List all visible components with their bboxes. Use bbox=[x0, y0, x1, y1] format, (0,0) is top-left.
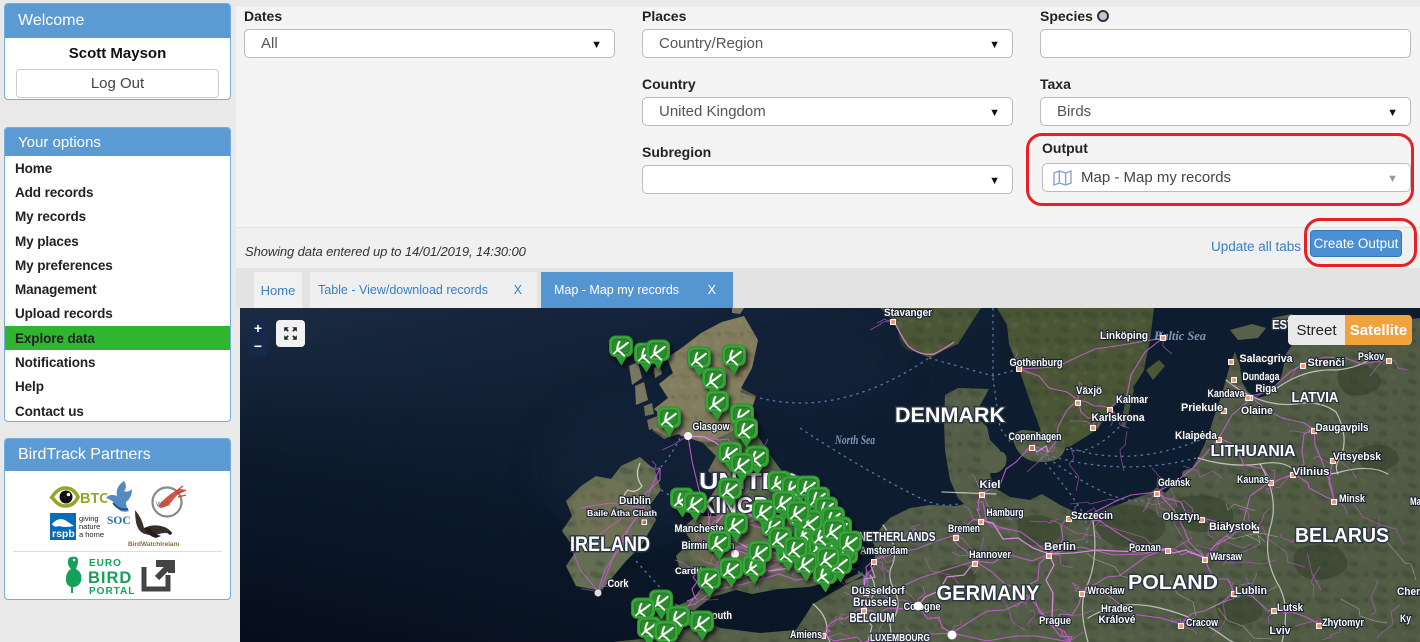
svg-text:PORTAL: PORTAL bbox=[89, 586, 135, 597]
svg-text:Stavanger: Stavanger bbox=[884, 308, 933, 319]
svg-text:BELARUS: BELARUS bbox=[1295, 524, 1389, 547]
svg-text:Kandava: Kandava bbox=[1208, 388, 1246, 400]
svg-text:NETHERLANDS: NETHERLANDS bbox=[859, 530, 936, 544]
svg-text:Växjö: Växjö bbox=[1076, 385, 1102, 397]
svg-text:Daugavpils: Daugavpils bbox=[1316, 422, 1369, 434]
svg-text:Olsztyn: Olsztyn bbox=[1163, 511, 1200, 523]
svg-text:a home: a home bbox=[79, 530, 104, 539]
svg-text:BIRD: BIRD bbox=[88, 569, 132, 587]
svg-text:Pskov: Pskov bbox=[1358, 351, 1385, 363]
svg-text:Cork: Cork bbox=[608, 578, 630, 590]
svg-text:BELGIUM: BELGIUM bbox=[850, 611, 895, 625]
svg-text:Poznan: Poznan bbox=[1129, 542, 1161, 554]
svg-text:Düsseldorf: Düsseldorf bbox=[852, 585, 905, 597]
svg-text:EURO: EURO bbox=[89, 558, 122, 569]
svg-text:Vilnius: Vilnius bbox=[1293, 466, 1330, 478]
svg-text:Dublin: Dublin bbox=[619, 495, 651, 507]
svg-text:Riga: Riga bbox=[1256, 383, 1278, 395]
svg-text:Karlskrona: Karlskrona bbox=[1092, 412, 1146, 424]
svg-text:DENMARK: DENMARK bbox=[895, 403, 1005, 427]
svg-text:Białystok: Białystok bbox=[1209, 521, 1258, 533]
svg-text:Priekule: Priekule bbox=[1181, 402, 1223, 414]
svg-text:Klaipėda: Klaipėda bbox=[1175, 430, 1218, 442]
svg-text:Cracow: Cracow bbox=[1186, 617, 1218, 629]
svg-text:Glasgow: Glasgow bbox=[693, 421, 730, 433]
svg-text:IRELAND: IRELAND bbox=[570, 532, 650, 556]
svg-text:Amiens: Amiens bbox=[790, 629, 822, 641]
svg-text:Berlin: Berlin bbox=[1044, 541, 1076, 553]
svg-text:Wrocław: Wrocław bbox=[1088, 585, 1125, 597]
svg-text:LITHUANIA: LITHUANIA bbox=[1211, 443, 1296, 460]
svg-text:Copenhagen: Copenhagen bbox=[1009, 431, 1062, 443]
svg-text:Hannover: Hannover bbox=[969, 549, 1012, 561]
svg-text:Strenči: Strenči bbox=[1308, 357, 1345, 369]
svg-text:Warsaw: Warsaw bbox=[1210, 551, 1242, 563]
svg-text:North Sea: North Sea bbox=[834, 433, 875, 447]
svg-text:Lublin: Lublin bbox=[1235, 585, 1267, 597]
svg-text:LATVIA: LATVIA bbox=[1292, 389, 1339, 406]
svg-text:WOS: WOS bbox=[156, 502, 170, 508]
svg-text:GERMANY: GERMANY bbox=[937, 582, 1040, 605]
svg-text:Brussels: Brussels bbox=[853, 597, 897, 609]
svg-text:Dundaga: Dundaga bbox=[1243, 371, 1281, 383]
svg-text:LUXEMBOURG: LUXEMBOURG bbox=[870, 633, 930, 642]
svg-text:Linköping: Linköping bbox=[1100, 330, 1148, 342]
svg-text:Mah: Mah bbox=[1410, 496, 1420, 508]
svg-text:Salacgriva: Salacgriva bbox=[1240, 353, 1294, 365]
svg-text:Bremen: Bremen bbox=[948, 523, 980, 535]
svg-text:Cherni: Cherni bbox=[1397, 586, 1420, 598]
svg-text:POLAND: POLAND bbox=[1128, 571, 1218, 594]
svg-text:rspb: rspb bbox=[52, 528, 75, 540]
svg-text:Kalmar: Kalmar bbox=[1116, 394, 1149, 406]
svg-text:BTO: BTO bbox=[80, 491, 107, 507]
svg-text:Zhytomyr: Zhytomyr bbox=[1322, 617, 1365, 629]
svg-text:Kiel: Kiel bbox=[980, 479, 1001, 491]
svg-text:Baile Átha Cliath: Baile Átha Cliath bbox=[587, 508, 657, 518]
svg-text:Olaine: Olaine bbox=[1241, 405, 1273, 417]
svg-text:Hamburg: Hamburg bbox=[987, 507, 1024, 519]
svg-text:Gothenburg: Gothenburg bbox=[1010, 357, 1063, 369]
svg-text:BirdWatchIreland: BirdWatchIreland bbox=[128, 541, 179, 548]
svg-text:Lutsk: Lutsk bbox=[1277, 602, 1304, 614]
svg-text:Ky: Ky bbox=[1400, 613, 1412, 625]
svg-text:Vitsyebsk: Vitsyebsk bbox=[1333, 451, 1382, 463]
svg-text:Szczecin: Szczecin bbox=[1071, 510, 1113, 522]
svg-text:Gdańsk: Gdańsk bbox=[1158, 477, 1191, 489]
svg-text:Minsk: Minsk bbox=[1339, 493, 1366, 505]
svg-text:Králové: Králové bbox=[1099, 614, 1136, 626]
svg-text:Kaunas: Kaunas bbox=[1237, 474, 1269, 486]
svg-text:Amsterdam: Amsterdam bbox=[860, 545, 908, 557]
svg-text:Lviv: Lviv bbox=[1270, 625, 1292, 637]
svg-text:Prague: Prague bbox=[1039, 615, 1071, 627]
